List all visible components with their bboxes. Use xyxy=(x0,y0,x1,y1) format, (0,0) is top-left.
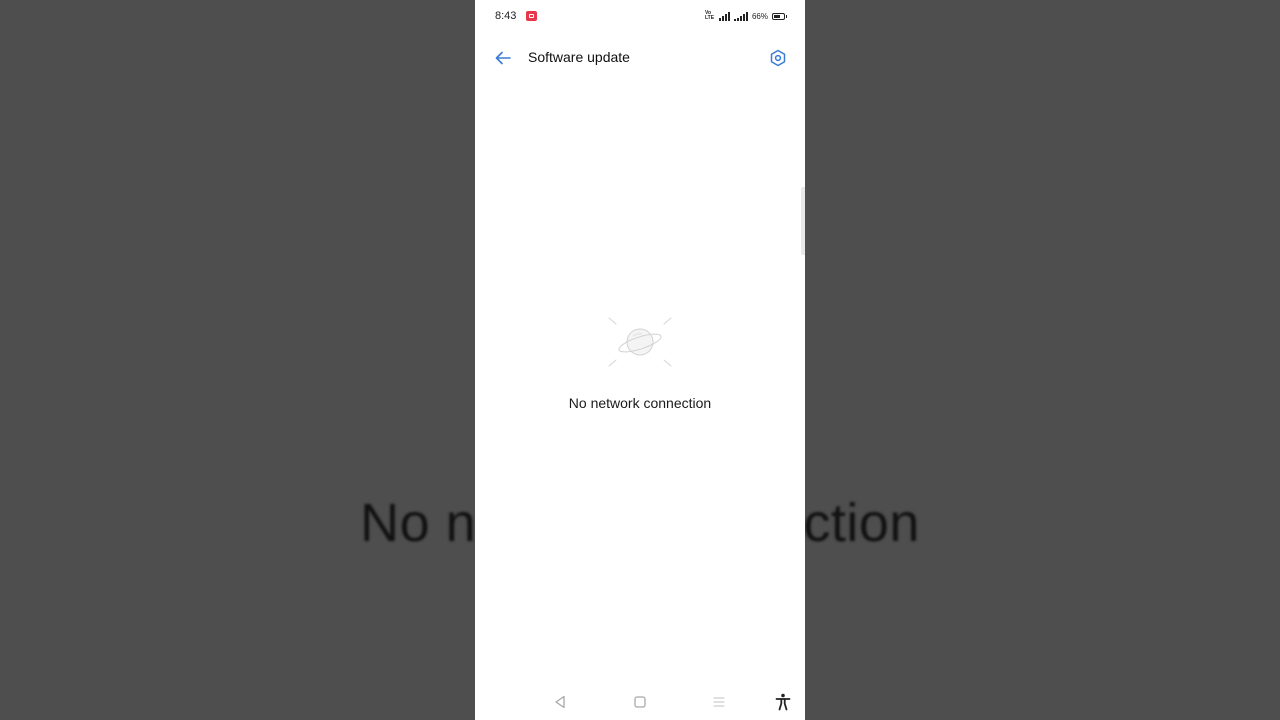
phone-screen: 8:43 Vo LTE 66% Software update No netwo… xyxy=(475,0,805,720)
accessibility-button[interactable] xyxy=(771,690,795,714)
edge-panel-handle[interactable] xyxy=(801,187,805,255)
signal-sim2-icon xyxy=(733,11,748,21)
back-triangle-icon xyxy=(555,695,565,709)
back-arrow-icon xyxy=(495,51,511,65)
empty-state-message: No network connection xyxy=(568,395,712,411)
battery-icon xyxy=(772,12,787,20)
status-bar: 8:43 Vo LTE 66% xyxy=(475,0,805,32)
nav-home-button[interactable] xyxy=(628,690,652,714)
status-indicators: Vo LTE 66% xyxy=(704,9,787,23)
signal-sim1-icon xyxy=(718,11,730,21)
back-button[interactable] xyxy=(491,46,515,70)
accessibility-icon xyxy=(775,693,791,711)
status-time: 8:43 xyxy=(495,10,517,22)
navigation-bar xyxy=(475,684,805,720)
recents-menu-icon xyxy=(713,697,725,707)
battery-percent: 66% xyxy=(751,11,768,21)
volte-icon: Vo LTE xyxy=(704,10,715,21)
nav-back-button[interactable] xyxy=(548,690,572,714)
planet-icon xyxy=(607,316,673,368)
screen-record-icon xyxy=(526,11,537,21)
nav-recents-button[interactable] xyxy=(707,690,731,714)
home-square-icon xyxy=(634,696,646,708)
battery-fill xyxy=(774,14,780,18)
app-bar: Software update xyxy=(475,40,805,76)
gear-icon xyxy=(770,49,786,67)
page-title: Software update xyxy=(528,49,630,65)
update-settings-button[interactable] xyxy=(766,46,790,70)
